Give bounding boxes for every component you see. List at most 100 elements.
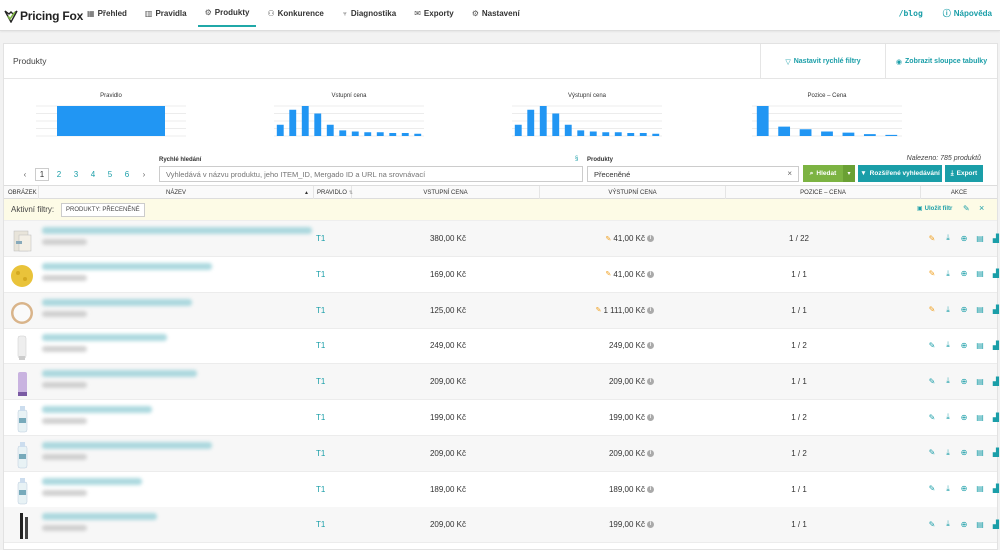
- next-page-icon[interactable]: ›: [137, 168, 151, 181]
- product-image[interactable]: [8, 438, 36, 470]
- chart-bar[interactable]: [885, 134, 898, 136]
- download-icon[interactable]: ⤓: [940, 519, 956, 529]
- download-icon[interactable]: ⤓: [940, 412, 956, 422]
- chart-bar[interactable]: [314, 113, 322, 137]
- page-2[interactable]: 2: [52, 168, 66, 181]
- chart-bar[interactable]: [376, 132, 384, 136]
- chart-icon[interactable]: ▟: [988, 448, 1000, 458]
- zoom-icon[interactable]: ⊕: [956, 269, 972, 279]
- export-button[interactable]: ⤓ Export: [945, 165, 983, 182]
- chart-bar[interactable]: [614, 132, 622, 136]
- chart-bar[interactable]: [514, 124, 522, 136]
- zoom-icon[interactable]: ⊕: [956, 484, 972, 494]
- info-icon[interactable]: i: [647, 414, 654, 421]
- product-name-blurred[interactable]: [42, 477, 312, 502]
- col-rule[interactable]: PRAVIDLO ⇅: [314, 186, 353, 199]
- layout-icon[interactable]: ▤: [972, 269, 988, 279]
- chart-bar[interactable]: [589, 131, 597, 137]
- chart-bar[interactable]: [552, 113, 560, 137]
- layout-icon[interactable]: ▤: [972, 305, 988, 315]
- table-row[interactable]: T1 189,00 Kč 189,00 Kč i 1 / 1 ✎ ⤓ ⊕ ▤ ▟: [4, 472, 999, 508]
- nav-item-diagnostika[interactable]: ♆ Diagnostika: [335, 0, 403, 27]
- download-icon[interactable]: ⤓: [940, 448, 956, 458]
- table-row[interactable]: T1 209,00 Kč 209,00 Kč i 1 / 2 ✎ ⤓ ⊕ ▤ ▟: [4, 435, 1000, 472]
- page-1[interactable]: 1: [35, 168, 49, 181]
- chart-bar[interactable]: [842, 132, 855, 136]
- product-name-blurred[interactable]: [42, 370, 312, 394]
- edit-icon[interactable]: ✎: [924, 412, 940, 422]
- product-name-blurred[interactable]: [42, 441, 312, 466]
- product-image[interactable]: [8, 223, 36, 255]
- product-image[interactable]: [8, 474, 36, 506]
- chart-bar[interactable]: [564, 124, 572, 136]
- chart-bar[interactable]: [577, 130, 585, 136]
- product-image[interactable]: [8, 366, 36, 398]
- chart-bar[interactable]: [401, 133, 409, 136]
- chart-icon[interactable]: ▟: [988, 376, 1000, 386]
- active-filter-chip[interactable]: PRODUKTY: PŘECENĚNÉ: [61, 203, 145, 217]
- nav-item-exporty[interactable]: ✉ Exporty: [407, 0, 461, 27]
- page-5[interactable]: 5: [103, 168, 117, 181]
- quick-search-input[interactable]: [159, 166, 583, 182]
- nav-item-nastaveni[interactable]: ⚙ Nastavení: [465, 0, 527, 27]
- chart-bar[interactable]: [778, 126, 791, 136]
- table-row[interactable]: T1 209,00 Kč 209,00 Kč i 1 / 1 ✎ ⤓ ⊕ ▤ ▟: [4, 364, 1000, 401]
- info-icon[interactable]: i: [647, 270, 654, 278]
- chart-icon[interactable]: ▟: [988, 269, 1000, 279]
- products-filter-select[interactable]: Přeceněné ×: [587, 166, 799, 182]
- advanced-search-button[interactable]: ▼ Rozšířené vyhledávání: [858, 165, 942, 182]
- info-icon[interactable]: §: [575, 156, 578, 162]
- download-icon[interactable]: ⤓: [940, 305, 956, 315]
- page-4[interactable]: 4: [86, 168, 100, 181]
- info-icon[interactable]: i: [647, 485, 654, 493]
- col-output-price[interactable]: VÝSTUPNÍ CENA: [540, 186, 726, 199]
- edit-icon[interactable]: ✎: [924, 233, 940, 243]
- prev-page-icon[interactable]: ‹: [18, 168, 32, 181]
- chart-bar[interactable]: [527, 109, 535, 136]
- chart-bar[interactable]: [276, 124, 284, 136]
- info-icon[interactable]: i: [647, 449, 654, 457]
- zoom-icon[interactable]: ⊕: [956, 233, 972, 243]
- product-name-blurred[interactable]: [42, 298, 312, 323]
- chart-bar[interactable]: [863, 134, 876, 136]
- chart-bar[interactable]: [57, 106, 165, 136]
- chart-icon[interactable]: ▟: [988, 233, 1000, 243]
- product-image[interactable]: [8, 295, 36, 327]
- rule-link[interactable]: T1: [316, 413, 325, 422]
- product-name-blurred[interactable]: [42, 334, 312, 358]
- edit-filter-icon[interactable]: ✎: [963, 204, 970, 213]
- nav-item-pravidla[interactable]: ▥ Pravidla: [138, 0, 194, 27]
- product-image[interactable]: [8, 330, 36, 362]
- table-row[interactable]: T1 380,00 Kč ✎ 41,00 Kč i 1 / 22 ✎ ⤓ ⊕ ▤ ▟: [4, 221, 1000, 257]
- chart-icon[interactable]: ▟: [988, 519, 1000, 529]
- zoom-icon[interactable]: ⊕: [956, 376, 972, 386]
- logo[interactable]: Pricing Fox: [4, 7, 83, 24]
- table-row[interactable]: T1 199,00 Kč 199,00 Kč i 1 / 2 ✎ ⤓ ⊕ ▤ ▟: [4, 400, 1000, 436]
- chart-bar[interactable]: [351, 131, 359, 137]
- clear-icon[interactable]: ×: [787, 169, 792, 178]
- product-image[interactable]: [8, 259, 36, 291]
- col-name[interactable]: NÁZEV ▲: [39, 186, 314, 199]
- edit-icon[interactable]: ✎: [924, 484, 940, 494]
- product-name-blurred[interactable]: [42, 513, 312, 537]
- edit-icon[interactable]: ✎: [924, 269, 940, 279]
- edit-icon[interactable]: ✎: [924, 305, 940, 315]
- layout-icon[interactable]: ▤: [972, 484, 988, 494]
- chart-icon[interactable]: ▟: [988, 412, 1000, 422]
- help-link[interactable]: ⓘ Nápověda: [943, 8, 992, 19]
- page-3[interactable]: 3: [69, 168, 83, 181]
- table-row[interactable]: T1 249,00 Kč 249,00 Kč i 1 / 2 ✎ ⤓ ⊕ ▤ ▟: [4, 328, 999, 365]
- zoom-icon[interactable]: ⊕: [956, 305, 972, 315]
- table-row[interactable]: T1 209,00 Kč 199,00 Kč i 1 / 1 ✎ ⤓ ⊕ ▤ ▟: [4, 507, 1000, 544]
- info-icon[interactable]: i: [647, 235, 654, 242]
- rule-link[interactable]: T1: [316, 270, 325, 279]
- download-icon[interactable]: ⤓: [940, 484, 956, 494]
- layout-icon[interactable]: ▤: [972, 519, 988, 529]
- search-button[interactable]: ⌕ Hledat: [803, 165, 843, 182]
- chart-bar[interactable]: [639, 133, 647, 136]
- edit-icon[interactable]: ✎: [924, 519, 940, 529]
- chart-bar[interactable]: [301, 106, 309, 136]
- chart-bar[interactable]: [326, 124, 334, 136]
- product-name-blurred[interactable]: [42, 262, 312, 287]
- chart-icon[interactable]: ▟: [988, 305, 1000, 315]
